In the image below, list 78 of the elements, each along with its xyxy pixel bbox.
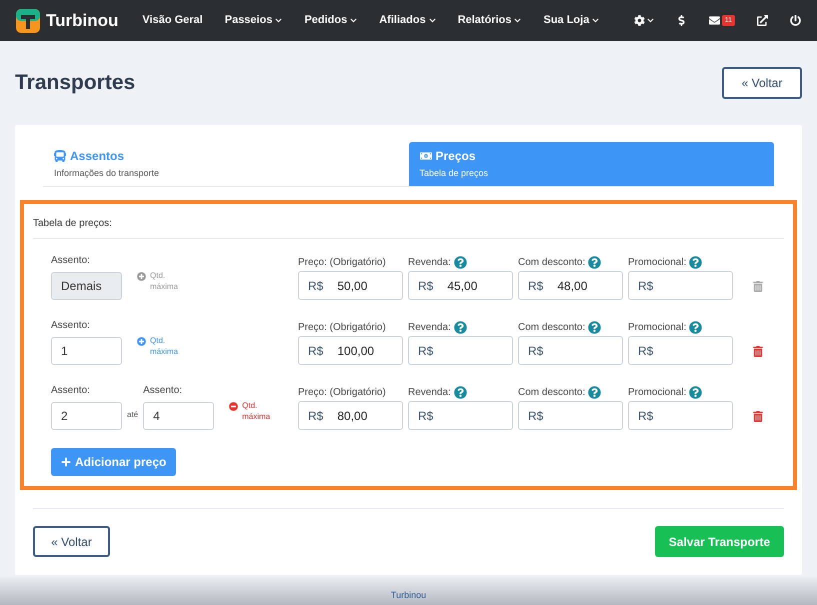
price-field[interactable]: R$ 100,00: [298, 336, 403, 365]
chevron-down-icon: [428, 17, 436, 24]
settings-button[interactable]: [634, 15, 654, 26]
chevron-down-icon: [350, 17, 358, 24]
field-label: Revenda:: [408, 320, 451, 334]
external-link-icon: [757, 15, 768, 26]
nav-menu-item[interactable]: Sua Loja: [543, 12, 600, 29]
help-icon[interactable]: [689, 386, 702, 398]
seat-field[interactable]: 2: [51, 402, 122, 430]
nav-menu-item[interactable]: Pedidos: [304, 12, 358, 29]
chevron-down-icon: [514, 17, 522, 24]
bus-icon: [54, 150, 66, 162]
help-icon[interactable]: [689, 256, 702, 268]
chevron-down-icon: [646, 17, 654, 24]
price-field[interactable]: R$ 50,00: [298, 271, 403, 300]
field-label: Promocional:: [628, 320, 686, 334]
field-label: Com desconto:: [518, 256, 586, 270]
seat-field[interactable]: 1: [51, 337, 122, 365]
help-icon[interactable]: [454, 386, 467, 398]
price-field[interactable]: R$: [408, 401, 513, 430]
help-icon[interactable]: [588, 386, 602, 398]
field-label: Revenda:: [408, 256, 451, 270]
field-label: Revenda:: [408, 386, 451, 400]
seat-field[interactable]: 4: [143, 402, 214, 430]
price-field[interactable]: R$ 45,00: [408, 271, 513, 300]
price-field[interactable]: R$: [628, 401, 733, 430]
price-field[interactable]: R$ 80,00: [298, 401, 403, 430]
delete-button[interactable]: [753, 411, 763, 422]
banknote-icon: [420, 150, 432, 162]
nav-menu-item[interactable]: Afiliados: [379, 12, 436, 29]
field-label: Assento:: [51, 319, 91, 333]
help-icon[interactable]: [454, 256, 467, 268]
delete-button[interactable]: [753, 346, 763, 357]
external-link-button[interactable]: [757, 15, 768, 26]
dollar-button[interactable]: [676, 15, 687, 26]
help-icon[interactable]: [689, 320, 702, 334]
trash-icon: [753, 411, 763, 422]
field-label: Preço: (Obrigatório): [298, 320, 386, 334]
power-button[interactable]: [790, 15, 801, 26]
trash-icon: [753, 346, 763, 357]
back-button[interactable]: « Voltar: [33, 526, 110, 557]
field-label: Assento:: [143, 384, 184, 398]
section-title: Tabela de preços:: [33, 218, 112, 229]
trash-icon: [753, 281, 763, 292]
price-field[interactable]: R$: [518, 336, 623, 365]
field-label: Assento:: [51, 384, 91, 398]
power-icon: [790, 15, 801, 26]
price-field[interactable]: R$ 48,00: [518, 271, 623, 300]
chevron-down-icon: [275, 17, 282, 24]
field-label: Promocional:: [628, 256, 686, 270]
chevron-down-icon: [592, 17, 600, 24]
price-field[interactable]: R$: [628, 336, 733, 365]
nav-menu-item[interactable]: Passeios: [224, 12, 282, 29]
field-label: Com desconto:: [518, 386, 586, 400]
field-label: Preço: (Obrigatório): [298, 256, 386, 270]
range-word: até: [127, 409, 138, 421]
back-button[interactable]: « Voltar: [722, 67, 802, 99]
nav-menu-item[interactable]: Relatórios: [458, 12, 522, 29]
help-icon[interactable]: [588, 256, 602, 268]
price-field[interactable]: R$: [628, 271, 733, 300]
field-label: Promocional:: [628, 386, 686, 400]
plus-icon: [61, 457, 71, 467]
nav-menu-item[interactable]: Visão Geral: [142, 12, 203, 29]
field-label: Assento:: [51, 254, 91, 268]
help-icon[interactable]: [454, 320, 467, 334]
footer-credit[interactable]: Turbinou: [390, 588, 426, 602]
field-label: Preço: (Obrigatório): [298, 386, 386, 400]
field-label: Com desconto:: [518, 320, 586, 334]
brand-name[interactable]: Turbinou: [46, 8, 118, 34]
help-icon[interactable]: [588, 320, 602, 334]
price-field[interactable]: R$: [408, 336, 513, 365]
dollar-icon: [676, 15, 687, 26]
page-title: Transportes: [15, 70, 136, 96]
settings-icon: [634, 15, 645, 26]
logo-icon: [16, 8, 40, 32]
price-field[interactable]: R$: [518, 401, 623, 430]
max-quantity-toggle[interactable]: Qtd. máxima: [229, 400, 284, 422]
mail-icon: [708, 15, 720, 26]
